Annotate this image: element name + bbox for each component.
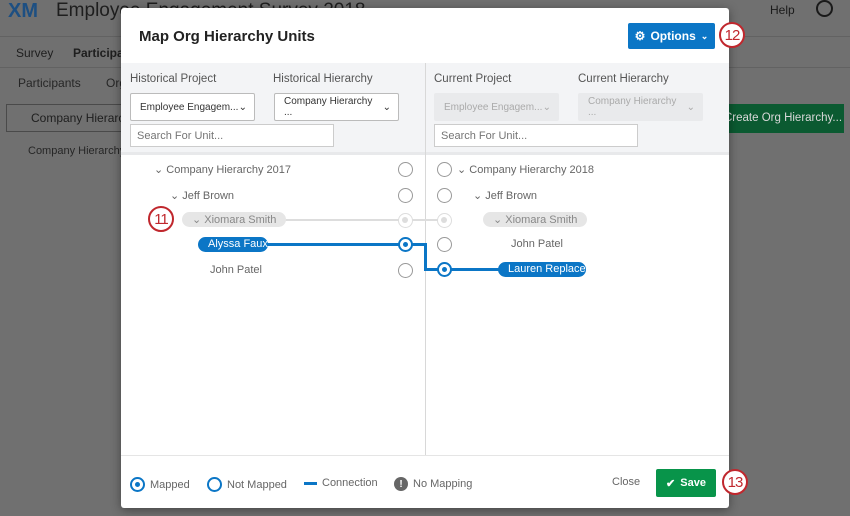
callout-11: 11 (148, 206, 174, 232)
create-org-hierarchy-button[interactable]: Create Org Hierarchy... (718, 104, 844, 133)
chevron-down-icon: ⌄ (238, 101, 247, 113)
tree-node[interactable]: ⌄ Jeff Brown (473, 189, 537, 202)
tree-node[interactable]: John Patel (511, 238, 563, 250)
map-radio[interactable] (437, 237, 452, 252)
company-hierarchy-button[interactable]: Company Hierarchy (6, 104, 137, 132)
unmapped-connection-line (261, 219, 441, 221)
save-label: Save (680, 477, 706, 489)
legend-no-mapping: ! No Mapping (394, 477, 472, 491)
select-value: Company Hierarchy ... (588, 96, 677, 118)
tree-node[interactable]: ⌄ Company Hierarchy 2017 (154, 163, 291, 176)
map-radio[interactable] (437, 213, 452, 228)
callout-13: 13 (722, 469, 748, 495)
tree-node[interactable]: John Patel (210, 264, 262, 276)
current-project-label: Current Project (434, 73, 512, 85)
user-icon[interactable] (816, 0, 833, 17)
legend-connection: Connection (304, 477, 378, 489)
tree-item[interactable]: Company Hierarchy (28, 145, 125, 157)
current-project-select: Employee Engagem... ⌄ (434, 93, 559, 121)
save-button[interactable]: ✔ Save (656, 469, 716, 497)
help-link[interactable]: Help (770, 3, 795, 17)
tree-node[interactable]: ⌄ Jeff Brown (170, 189, 234, 202)
legend-not-mapped: Not Mapped (207, 477, 287, 492)
chevron-down-icon: ⌄ (382, 101, 391, 113)
map-radio[interactable] (437, 188, 452, 203)
historical-hierarchy-select[interactable]: Company Hierarchy ... ⌄ (274, 93, 399, 121)
options-button[interactable]: ⚙ Options ⌄ (628, 23, 715, 49)
mapped-icon (130, 477, 145, 492)
connection-line (424, 268, 499, 271)
historical-project-label: Historical Project (130, 73, 217, 85)
callout-12: 12 (719, 22, 745, 48)
connection-icon (304, 481, 317, 485)
gear-icon: ⚙ (634, 29, 646, 43)
tree-node[interactable]: ⌄ Company Hierarchy 2018 (457, 163, 594, 176)
dialog-footer: Mapped Not Mapped Connection ! No Mapping… (121, 455, 729, 508)
xm-logo: XM (8, 0, 38, 22)
map-radio[interactable] (398, 162, 413, 177)
tree-node-selected[interactable]: Lauren Replace (498, 262, 586, 277)
chevron-down-icon: ⌄ (686, 101, 695, 113)
map-radio[interactable] (398, 237, 413, 252)
historical-project-select[interactable]: Employee Engagem... ⌄ (130, 93, 255, 121)
map-radio[interactable] (398, 213, 413, 228)
tab-survey[interactable]: Survey (16, 46, 53, 60)
chevron-down-icon: ⌄ (542, 101, 551, 113)
select-value: Employee Engagem... (140, 101, 239, 113)
options-label: Options (650, 29, 696, 43)
checkmark-icon: ✔ (666, 477, 676, 490)
connection-line (424, 243, 427, 270)
map-radio[interactable] (437, 262, 452, 277)
map-radio[interactable] (398, 188, 413, 203)
dialog-title: Map Org Hierarchy Units (139, 28, 315, 45)
select-value: Employee Engagem... (444, 101, 543, 113)
not-mapped-icon (207, 477, 222, 492)
subtab-participants[interactable]: Participants (18, 76, 81, 90)
tree-node[interactable]: ⌄ Xiomara Smith (483, 212, 588, 227)
chevron-down-icon: ⌄ (700, 30, 709, 41)
current-search-input[interactable] (434, 124, 638, 147)
current-hierarchy-label: Current Hierarchy (578, 73, 669, 85)
map-radio[interactable] (398, 263, 413, 278)
map-radio[interactable] (437, 162, 452, 177)
close-button[interactable]: Close (612, 476, 640, 488)
exclamation-icon: ! (394, 477, 408, 491)
map-org-hierarchy-dialog: Map Org Hierarchy Units ⚙ Options ⌄ Histor… (121, 8, 729, 508)
legend-mapped: Mapped (130, 477, 190, 492)
current-hierarchy-select: Company Hierarchy ... ⌄ (578, 93, 703, 121)
select-value: Company Hierarchy ... (284, 96, 373, 118)
historical-search-input[interactable] (130, 124, 334, 147)
tree-node[interactable]: ⌄ Xiomara Smith (182, 212, 287, 227)
historical-hierarchy-label: Historical Hierarchy (273, 73, 373, 85)
tree-node-selected[interactable]: Alyssa Faux (198, 237, 268, 252)
